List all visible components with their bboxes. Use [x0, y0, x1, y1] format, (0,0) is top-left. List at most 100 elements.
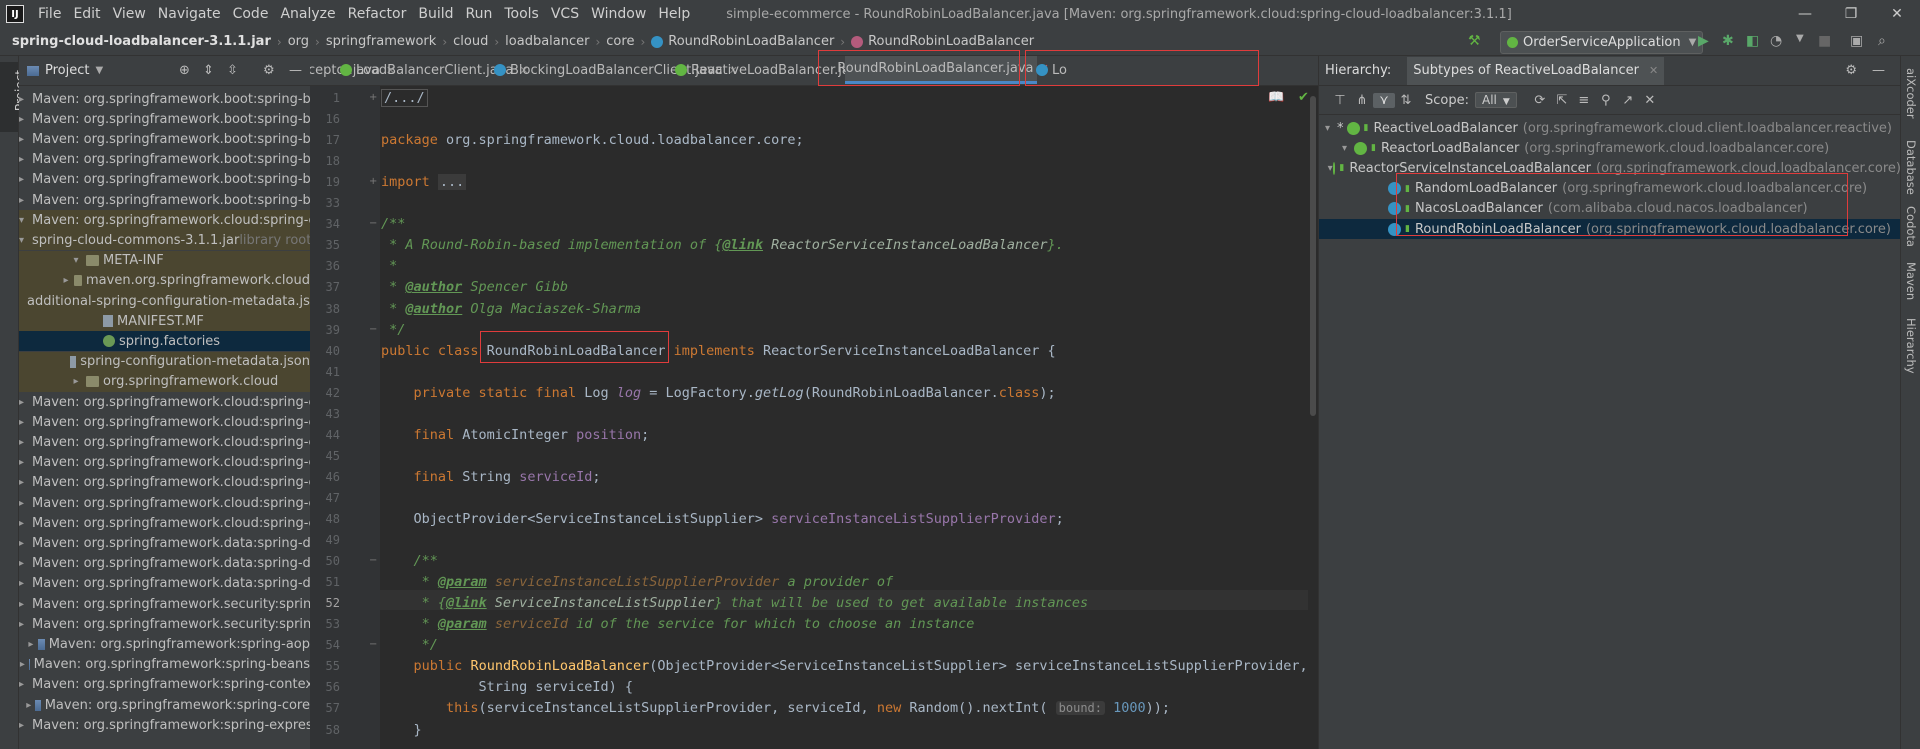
- hierarchy-row[interactable]: ▾ * ▮ ReactiveLoadBalancer (org.springframew…: [1319, 118, 1901, 138]
- chevron-icon[interactable]: ▸: [19, 720, 24, 731]
- inspection-ok-icon[interactable]: ✔: [1298, 90, 1309, 105]
- close-icon[interactable]: ✕: [1649, 64, 1658, 77]
- supertypes-icon[interactable]: ⋔: [1351, 93, 1373, 108]
- aixcoder-tool-button[interactable]: aiXcoder: [1904, 68, 1918, 119]
- project-tree-row[interactable]: additional-spring-configuration-metadata…: [19, 291, 310, 311]
- codota-tool-button[interactable]: Codota: [1904, 206, 1918, 247]
- project-tree-row[interactable]: ▸ Maven: org.springframework.data:spring-…: [19, 554, 310, 574]
- chevron-icon[interactable]: ▸: [19, 558, 24, 569]
- menu-help[interactable]: Help: [652, 6, 696, 22]
- project-tree-row[interactable]: ▸ Maven: org.springframework.boot:spring-…: [19, 150, 310, 170]
- menu-file[interactable]: File: [32, 6, 67, 22]
- menu-analyze[interactable]: Analyze: [274, 6, 341, 22]
- chevron-icon[interactable]: ▸: [26, 700, 31, 711]
- project-tree-row[interactable]: ▸ Maven: org.springframework.data:spring-…: [19, 533, 310, 553]
- fold-icon[interactable]: −: [369, 320, 379, 340]
- fold-icon[interactable]: −: [369, 214, 379, 234]
- project-tree-row[interactable]: ▸ Maven: org.springframework.boot:spring-…: [19, 89, 310, 109]
- chevron-down-icon[interactable]: ▼: [95, 65, 103, 76]
- gear-icon[interactable]: ⚙: [263, 63, 275, 78]
- reader-mode-icon[interactable]: 📖: [1268, 90, 1284, 105]
- project-tree-row[interactable]: ▾ Maven: org.springframework.cloud:spring…: [19, 210, 310, 231]
- chevron-icon[interactable]: ▸: [19, 599, 24, 610]
- menu-build[interactable]: Build: [412, 6, 459, 22]
- code-line[interactable]: /**: [381, 551, 438, 571]
- fold-icon[interactable]: +: [369, 88, 379, 108]
- code-line[interactable]: */: [381, 320, 405, 340]
- chevron-icon[interactable]: ▸: [19, 114, 24, 125]
- subtypes-icon[interactable]: ⋎: [1373, 92, 1395, 108]
- chevron-icon[interactable]: ▸: [19, 619, 24, 630]
- breadcrumb-core[interactable]: core: [602, 34, 638, 49]
- chevron-icon[interactable]: ▸: [19, 679, 24, 690]
- hierarchy-tool-button[interactable]: Hierarchy: [1904, 318, 1918, 374]
- code-line[interactable]: }: [381, 720, 422, 740]
- hide-panel-icon[interactable]: —: [289, 63, 302, 78]
- pin-icon[interactable]: ⚲: [1595, 93, 1617, 108]
- maven-tool-button[interactable]: Maven: [1904, 262, 1918, 300]
- editor-scrollbar[interactable]: [1308, 86, 1318, 749]
- project-tree-row[interactable]: ▸ Maven: org.springframework.cloud:spring…: [19, 432, 310, 452]
- open-in-editor-icon[interactable]: ↗: [1617, 93, 1639, 108]
- code-line[interactable]: private static final Log log = LogFactor…: [381, 383, 1056, 403]
- menu-tools[interactable]: Tools: [498, 6, 545, 22]
- project-tree-row[interactable]: ▸ Maven: org.springframework.cloud:spring…: [19, 493, 310, 513]
- menu-refactor[interactable]: Refactor: [342, 6, 413, 22]
- chevron-icon[interactable]: ▸: [19, 477, 24, 488]
- project-panel-title[interactable]: Project: [45, 63, 89, 78]
- project-tree-row[interactable]: ▸ Maven: org.springframework.cloud:spring…: [19, 453, 310, 473]
- chevron-icon[interactable]: ▸: [19, 498, 24, 509]
- maximize-button[interactable]: ❐: [1828, 0, 1874, 28]
- database-tool-button[interactable]: Database: [1904, 140, 1918, 195]
- menu-edit[interactable]: Edit: [67, 6, 106, 22]
- coverage-icon[interactable]: ◧: [1746, 33, 1759, 49]
- project-tree-row[interactable]: ▸ Maven: org.springframework:spring-expre…: [19, 715, 310, 735]
- hammer-build-icon[interactable]: ⚒: [1468, 33, 1481, 49]
- breadcrumb-cloud[interactable]: cloud: [449, 34, 492, 49]
- chevron-icon[interactable]: ▾: [70, 255, 82, 266]
- breadcrumb-loadbalancer[interactable]: loadbalancer: [501, 34, 593, 49]
- code-line[interactable]: package org.springframework.cloud.loadba…: [381, 130, 804, 150]
- menu-run[interactable]: Run: [460, 6, 499, 22]
- profile-icon[interactable]: ◔: [1770, 33, 1782, 49]
- gear-icon[interactable]: ⚙: [1845, 63, 1857, 78]
- project-tree-row[interactable]: ▸ Maven: org.springframework.data:spring-…: [19, 574, 310, 594]
- project-tree-row[interactable]: ▾ spring-cloud-commons-3.1.1.jar library …: [19, 230, 310, 251]
- chevron-icon[interactable]: ▸: [19, 457, 24, 468]
- project-structure-icon[interactable]: ▣: [1850, 33, 1863, 49]
- code-line[interactable]: * @param serviceInstanceListSupplierProv…: [381, 572, 893, 592]
- type-hierarchy-icon[interactable]: ⊤: [1329, 93, 1351, 108]
- chevron-icon[interactable]: ▸: [19, 134, 24, 145]
- menu-vcs[interactable]: VCS: [545, 6, 585, 22]
- project-tree-row[interactable]: ▸ Maven: org.springframework.boot:spring-…: [19, 129, 310, 149]
- code-line[interactable]: final String serviceId;: [381, 467, 601, 487]
- project-tool-window-button[interactable]: Project: [0, 62, 27, 132]
- chevron-icon[interactable]: ▾: [1325, 123, 1337, 134]
- fold-icon[interactable]: +: [369, 172, 379, 192]
- close-window-button[interactable]: ✕: [1874, 0, 1920, 28]
- chevron-icon[interactable]: ▸: [19, 417, 24, 428]
- code-line[interactable]: ObjectProvider<ServiceInstanceListSuppli…: [381, 509, 1064, 529]
- code-editor[interactable]: [380, 86, 1318, 749]
- project-tree-row[interactable]: ▸ Maven: org.springframework.security:spr…: [19, 614, 310, 634]
- code-line[interactable]: /.../: [381, 88, 428, 108]
- fold-icon[interactable]: −: [369, 635, 379, 655]
- project-tree-row[interactable]: ▸ maven.org.springframework.cloud: [19, 270, 310, 291]
- chevron-icon[interactable]: ▾: [19, 235, 24, 246]
- chevron-icon[interactable]: ▾: [1342, 143, 1354, 154]
- scope-select[interactable]: All ▼: [1474, 92, 1517, 108]
- code-line[interactable]: */: [381, 635, 438, 655]
- code-line[interactable]: *: [381, 256, 397, 276]
- code-line[interactable]: public RoundRobinLoadBalancer(ObjectProv…: [381, 656, 1308, 676]
- chevron-icon[interactable]: ▸: [70, 376, 82, 387]
- project-tree-row[interactable]: ▸ Maven: org.springframework.cloud:spring…: [19, 473, 310, 493]
- chevron-icon[interactable]: ▸: [19, 518, 24, 529]
- breadcrumb-springframework[interactable]: springframework: [322, 34, 440, 49]
- chevron-icon[interactable]: ▸: [62, 275, 70, 286]
- code-line[interactable]: * @author Olga Maciaszek-Sharma: [381, 299, 641, 319]
- breadcrumb-class[interactable]: RoundRobinLoadBalancer: [647, 34, 838, 49]
- project-tree-row[interactable]: ▸ Maven: org.springframework.security:spr…: [19, 594, 310, 614]
- chevron-icon[interactable]: ▸: [19, 437, 24, 448]
- refresh-icon[interactable]: ⟳: [1529, 93, 1551, 108]
- hide-panel-icon[interactable]: —: [1872, 63, 1885, 78]
